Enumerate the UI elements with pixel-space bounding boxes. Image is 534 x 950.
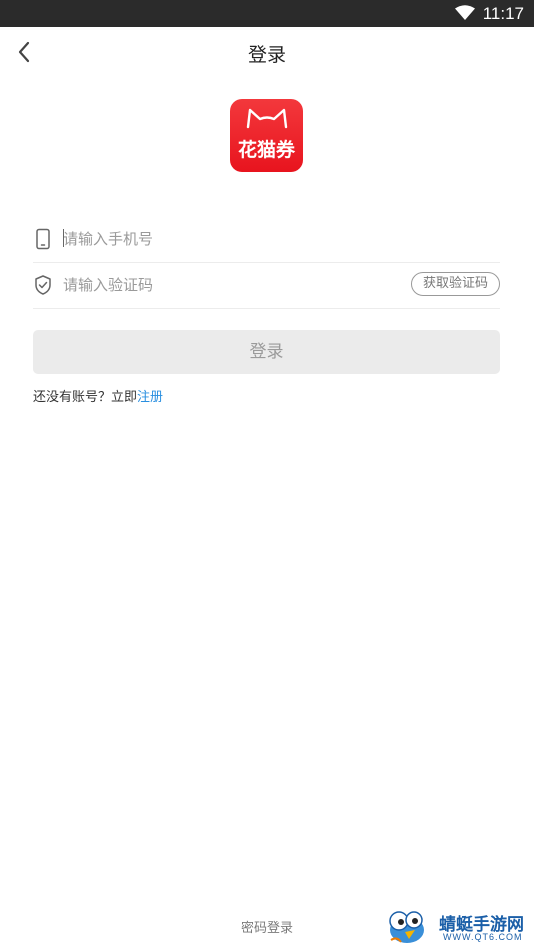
phone-input[interactable] [63, 226, 393, 252]
register-link[interactable]: 注册 [137, 390, 163, 405]
login-button[interactable]: 登录 [33, 330, 500, 374]
get-code-button[interactable]: 获取验证码 [411, 272, 500, 296]
register-prompt: 还没有账号？立即 [33, 390, 138, 405]
status-time: 11:17 [482, 4, 524, 23]
logo-text: 花猫券 [237, 139, 295, 161]
phone-icon [33, 228, 53, 250]
register-line: 还没有账号？立即注册 [33, 386, 163, 405]
code-row: 获取验证码 [33, 262, 500, 309]
shield-check-icon [33, 274, 53, 296]
app-logo: 花猫券 [230, 99, 303, 172]
watermark: 蜻蜓手游网 WWW.QT6.COM [385, 908, 530, 946]
watermark-url: WWW.QT6.COM [443, 932, 523, 942]
page-title: 登录 [247, 44, 286, 66]
wifi-icon [455, 5, 475, 25]
phone-row [33, 216, 500, 263]
dragonfly-bird-icon [385, 908, 435, 950]
cat-ears-icon [245, 107, 289, 133]
status-bar: 11:17 [0, 0, 534, 27]
text-cursor [63, 229, 64, 247]
nav-bar: 登录 [0, 27, 534, 79]
code-input[interactable] [63, 272, 393, 298]
